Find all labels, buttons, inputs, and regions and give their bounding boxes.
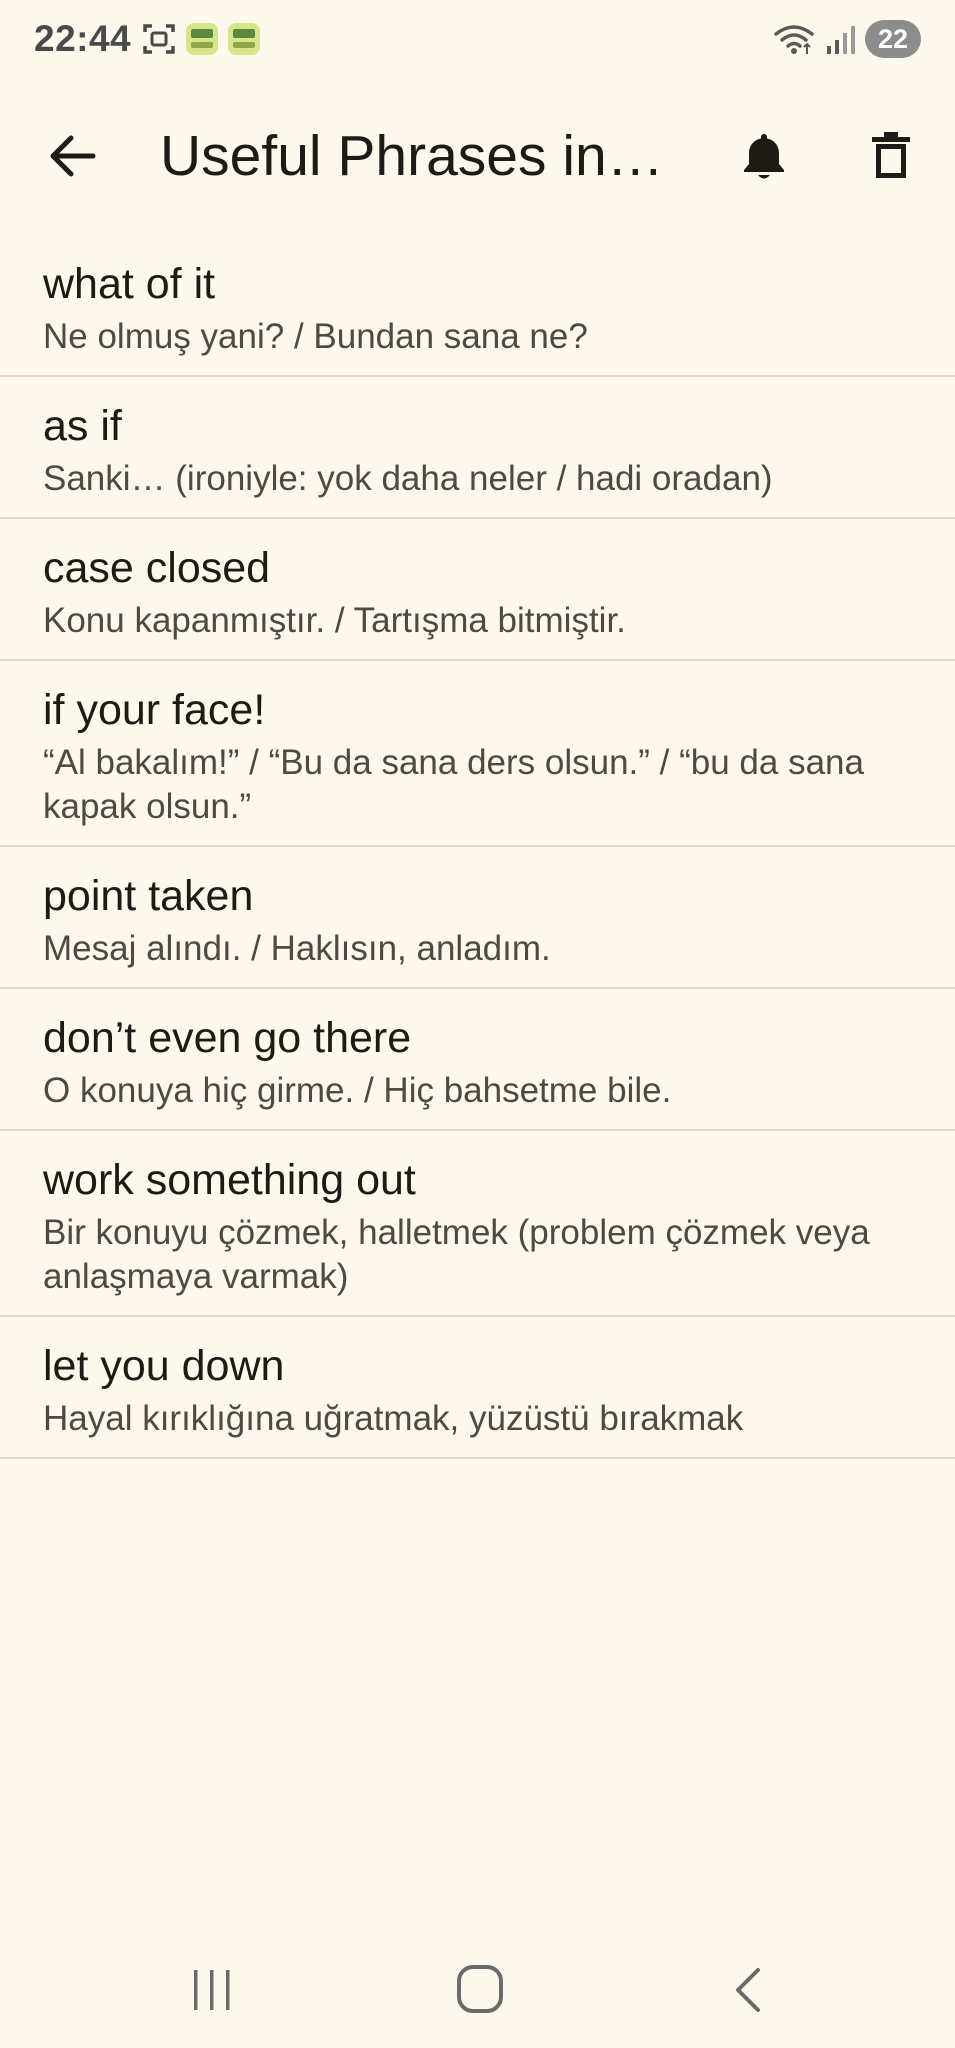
phrase-term: don’t even go there: [43, 1014, 412, 1062]
phrase-translation: Mesaj alındı. / Haklısın, anladım.: [43, 929, 551, 968]
back-icon[interactable]: [728, 1966, 768, 2014]
list-item[interactable]: let you down Hayal kırıklığına uğratmak,…: [0, 1317, 955, 1459]
phrase-term: what of it: [43, 260, 216, 308]
page-title: Useful Phrases in…: [160, 124, 660, 188]
phrase-term: case closed: [43, 544, 271, 592]
list-item[interactable]: as if Sanki… (ironiyle: yok daha neler /…: [0, 377, 955, 519]
list-item[interactable]: work something out Bir konuyu çözmek, ha…: [0, 1131, 955, 1317]
notification-button[interactable]: [728, 120, 800, 192]
phrase-translation: Sanki… (ironiyle: yok daha neler / hadi …: [43, 459, 773, 498]
phrase-translation: Hayal kırıklığına uğratmak, yüzüstü bıra…: [43, 1399, 744, 1438]
list-item[interactable]: point taken Mesaj alındı. / Haklısın, an…: [0, 847, 955, 989]
signal-icon: [827, 26, 855, 54]
phrase-term: as if: [43, 402, 122, 450]
phrase-translation: “Al bakalım!” / “Bu da sana ders olsun.”…: [43, 743, 864, 826]
recents-icon[interactable]: [188, 1966, 236, 2014]
list-item[interactable]: what of it Ne olmuş yani? / Bundan sana …: [0, 235, 955, 377]
app-notification-icon: [186, 23, 218, 55]
wifi-icon: [774, 25, 814, 54]
phrase-list: what of it Ne olmuş yani? / Bundan sana …: [0, 235, 955, 1459]
phrase-translation: Konu kapanmıştır. / Tartışma bitmiştir.: [43, 601, 626, 640]
system-nav-bar: [0, 1938, 955, 2048]
phrase-term: work something out: [43, 1156, 416, 1204]
status-system-icons: 22: [773, 20, 921, 58]
phrase-term: if your face!: [43, 686, 266, 734]
status-notification-icons: [142, 22, 260, 56]
arrow-back-icon: [50, 135, 96, 177]
trash-icon: [872, 132, 910, 178]
back-button[interactable]: [36, 120, 108, 192]
status-time: 22:44: [34, 18, 132, 59]
home-icon[interactable]: [455, 1963, 505, 2015]
status-bar: 22:44 22: [0, 0, 955, 84]
phrase-translation: O konuya hiç girme. / Hiç bahsetme bile.: [43, 1071, 672, 1110]
screen-capture-icon: [143, 24, 175, 54]
phrase-term: point taken: [43, 872, 254, 920]
phrase-translation: Bir konuyu çözmek, halletmek (problem çö…: [43, 1213, 870, 1296]
bell-icon: [744, 134, 784, 179]
list-item[interactable]: case closed Konu kapanmıştır. / Tartışma…: [0, 519, 955, 661]
app-bar: Useful Phrases in…: [0, 100, 955, 210]
phrase-translation: Ne olmuş yani? / Bundan sana ne?: [43, 317, 588, 356]
list-item[interactable]: if your face! “Al bakalım!” / “Bu da san…: [0, 661, 955, 847]
phrase-term: let you down: [43, 1342, 285, 1390]
delete-button[interactable]: [855, 120, 927, 192]
list-item[interactable]: don’t even go there O konuya hiç girme. …: [0, 989, 955, 1131]
app-notification-icon: [228, 23, 260, 55]
battery-indicator: 22: [865, 20, 921, 58]
